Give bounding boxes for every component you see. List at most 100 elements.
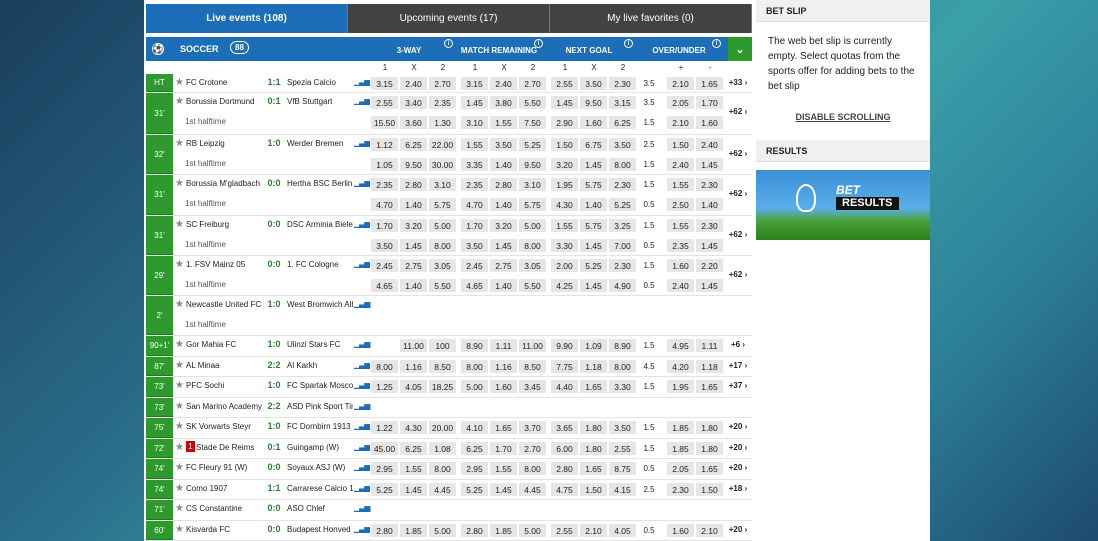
odds-cell[interactable]: 2.40 [666,157,695,172]
odds-cell[interactable]: 2.35 [460,177,489,192]
odds-cell[interactable]: 4.40 [550,379,579,394]
star-icon[interactable]: ★ [175,299,184,310]
away-team[interactable]: West Bromwich Albion [287,300,353,309]
stats-icon[interactable]: ▁▃▅ [354,421,371,430]
home-team[interactable]: Borussia Dortmund [186,97,262,106]
odds-cell[interactable]: 1.30 [428,115,457,130]
odds-cell[interactable]: 3.50 [608,137,637,152]
odds-cell[interactable]: 2.55 [550,76,579,91]
odds-cell[interactable]: 3.35 [460,157,489,172]
odds-cell[interactable]: 1.80 [579,441,608,456]
odds-cell[interactable]: 6.00 [550,441,579,456]
odds-cell[interactable]: 6.25 [399,137,428,152]
odds-cell[interactable]: 7.75 [550,359,579,374]
star-icon[interactable]: ★ [175,96,184,107]
odds-cell[interactable]: 7.00 [608,238,637,253]
odds-cell[interactable]: 4.65 [460,278,489,293]
away-team[interactable]: FC Dornbirn 1913 [287,422,353,431]
odds-cell[interactable]: 1.60 [666,258,695,273]
odds-cell[interactable]: 1.60 [695,115,724,130]
disable-scrolling-link[interactable]: DISABLE SCROLLING [756,112,930,122]
odds-cell[interactable]: 3.50 [489,137,518,152]
away-team[interactable]: Spezia Calcio [287,78,353,87]
odds-cell[interactable]: 5.50 [428,278,457,293]
away-team[interactable]: Budapest Honved [287,525,353,534]
odds-cell[interactable]: 100 [428,338,457,353]
odds-cell[interactable]: 1.45 [695,278,724,293]
odds-cell[interactable]: 9.50 [579,95,608,110]
odds-cell[interactable]: 4.15 [608,482,637,497]
away-team[interactable]: Guingamp (W) [287,443,353,452]
odds-cell[interactable]: 2.50 [666,197,695,212]
odds-cell[interactable]: 8.00 [428,461,457,476]
odds-cell[interactable]: 3.10 [460,115,489,130]
odds-cell[interactable]: 5.50 [518,95,547,110]
odds-cell[interactable]: 8.00 [460,359,489,374]
odds-cell[interactable]: 1.60 [579,115,608,130]
more-markets-link[interactable]: +62 › [724,189,752,198]
odds-cell[interactable]: 30.00 [428,157,457,172]
odds-cell[interactable]: 2.30 [695,218,724,233]
odds-cell[interactable]: 3.60 [399,115,428,130]
more-markets-link[interactable]: +6 › [724,340,752,349]
odds-cell[interactable]: 1.45 [579,238,608,253]
star-icon[interactable]: ★ [175,259,184,270]
odds-cell[interactable]: 1.55 [489,461,518,476]
odds-cell[interactable]: 2.70 [428,76,457,91]
odds-cell[interactable]: 5.00 [428,218,457,233]
odds-cell[interactable]: 45.00 [370,441,399,456]
odds-cell[interactable]: 1.50 [695,482,724,497]
odds-cell[interactable]: 4.25 [550,278,579,293]
odds-cell[interactable]: 1.40 [399,278,428,293]
odds-cell[interactable]: 1.11 [489,338,518,353]
odds-cell[interactable]: 2.45 [370,258,399,273]
odds-cell[interactable]: 2.55 [550,523,579,538]
odds-cell[interactable]: 3.15 [608,95,637,110]
odds-cell[interactable]: 5.75 [579,177,608,192]
odds-cell[interactable]: 3.05 [518,258,547,273]
stats-icon[interactable]: ▁▃▅ [354,380,371,389]
odds-cell[interactable]: 4.65 [370,278,399,293]
odds-cell[interactable]: 4.30 [550,197,579,212]
odds-cell[interactable]: 5.00 [518,523,547,538]
odds-cell[interactable]: 3.20 [399,218,428,233]
home-team[interactable]: PFC Sochi [186,381,262,390]
star-icon[interactable]: ★ [175,483,184,494]
odds-cell[interactable]: 2.35 [666,238,695,253]
more-markets-link[interactable]: +62 › [724,230,752,239]
odds-cell[interactable]: 1.65 [695,379,724,394]
away-team[interactable]: Soyaux ASJ (W) [287,463,353,472]
odds-cell[interactable]: 3.50 [370,238,399,253]
more-markets-link[interactable]: +20 › [724,463,752,472]
odds-cell[interactable]: 7.50 [518,115,547,130]
away-team[interactable]: ASO Chlef [287,504,353,513]
odds-cell[interactable]: 2.10 [666,115,695,130]
odds-cell[interactable]: 1.40 [489,197,518,212]
stats-icon[interactable]: ▁▃▅ [354,259,371,268]
odds-cell[interactable]: 1.11 [695,338,724,353]
odds-cell[interactable]: 8.00 [518,238,547,253]
stats-icon[interactable]: ▁▃▅ [354,96,371,105]
odds-cell[interactable]: 1.45 [489,238,518,253]
more-markets-link[interactable]: +17 › [724,361,752,370]
odds-cell[interactable]: 3.50 [579,76,608,91]
odds-cell[interactable]: 1.65 [579,379,608,394]
odds-cell[interactable]: 1.80 [695,420,724,435]
odds-cell[interactable]: 1.65 [579,461,608,476]
odds-cell[interactable]: 2.40 [695,137,724,152]
odds-cell[interactable]: 1.45 [399,482,428,497]
info-icon[interactable]: i [624,39,633,48]
odds-cell[interactable]: 1.09 [579,338,608,353]
odds-cell[interactable]: 3.20 [489,218,518,233]
odds-cell[interactable]: 1.60 [489,379,518,394]
odds-cell[interactable]: 2.80 [460,523,489,538]
odds-cell[interactable]: 2.90 [550,115,579,130]
stats-icon[interactable]: ▁▃▅ [354,77,371,86]
odds-cell[interactable]: 2.30 [608,177,637,192]
away-team[interactable]: Hertha BSC Berlin [287,179,353,188]
more-markets-link[interactable]: +62 › [724,107,752,116]
odds-cell[interactable]: 2.70 [518,441,547,456]
odds-cell[interactable]: 3.30 [550,238,579,253]
odds-cell[interactable]: 4.20 [666,359,695,374]
odds-cell[interactable]: 4.75 [550,482,579,497]
